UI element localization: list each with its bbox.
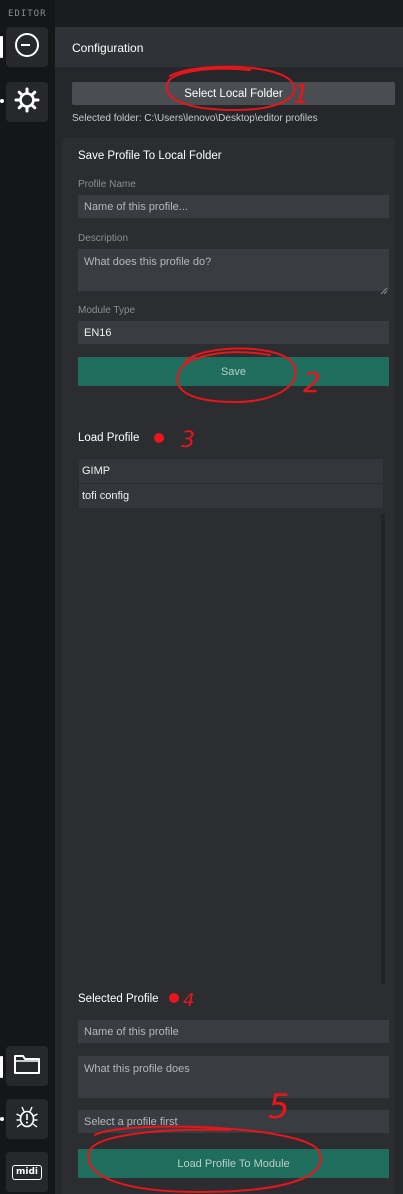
profile-name-field[interactable]: Name of this profile...: [78, 195, 389, 218]
resize-grip-icon: [380, 282, 388, 300]
icon-rail: EDITOR midi: [0, 0, 55, 1194]
profile-list-scrollbar[interactable]: [381, 514, 385, 984]
logout-button[interactable]: [6, 27, 48, 67]
configuration-panel: Configuration Select Local Folder Select…: [55, 27, 403, 1194]
profile-name-label: Profile Name: [78, 179, 136, 190]
module-type-field[interactable]: EN16: [78, 321, 389, 344]
save-profile-title: Save Profile To Local Folder: [78, 150, 222, 162]
active-indicator-folder: [0, 1056, 3, 1078]
selected-profile-title: Selected Profile: [78, 993, 159, 1005]
panel-title: Configuration: [72, 41, 144, 55]
selected-folder-path: Selected folder: C:\Users\lenovo\Desktop…: [72, 113, 318, 124]
folder-button[interactable]: [6, 1046, 48, 1086]
editor-title: EDITOR: [8, 9, 47, 19]
save-profile-card: Save Profile To Local Folder Profile Nam…: [62, 138, 395, 420]
load-profile-title: Load Profile: [78, 432, 140, 444]
selected-module-field[interactable]: Select a profile first: [78, 1110, 389, 1133]
logout-circle-icon: [13, 31, 41, 64]
selected-profile-card: Selected Profile Name of this profile Wh…: [62, 984, 395, 1194]
selected-description-field[interactable]: What this profile does: [78, 1056, 389, 1098]
module-type-label: Module Type: [78, 305, 136, 316]
settings-button[interactable]: [6, 82, 48, 122]
notification-dot: [0, 99, 4, 103]
selected-name-field[interactable]: Name of this profile: [78, 1020, 389, 1043]
select-local-folder-button[interactable]: Select Local Folder: [72, 82, 395, 105]
profile-list-item-tofi-config[interactable]: tofi config: [79, 484, 383, 508]
save-button[interactable]: Save: [78, 357, 389, 386]
description-textarea[interactable]: What does this profile do?: [78, 249, 389, 291]
bug-icon: [15, 1104, 39, 1135]
debug-button[interactable]: [6, 1099, 48, 1139]
midi-button[interactable]: midi: [6, 1152, 48, 1192]
folder-icon: [13, 1052, 41, 1081]
panel-header: Configuration: [55, 27, 403, 67]
notification-dot-debug: [0, 1117, 4, 1121]
profile-list-item-gimp[interactable]: GIMP: [79, 459, 383, 483]
midi-icon: midi: [12, 1164, 42, 1180]
active-indicator: [0, 36, 3, 58]
description-label: Description: [78, 233, 129, 244]
gear-icon: [14, 87, 40, 118]
load-profile-to-module-button[interactable]: Load Profile To Module: [78, 1149, 389, 1178]
